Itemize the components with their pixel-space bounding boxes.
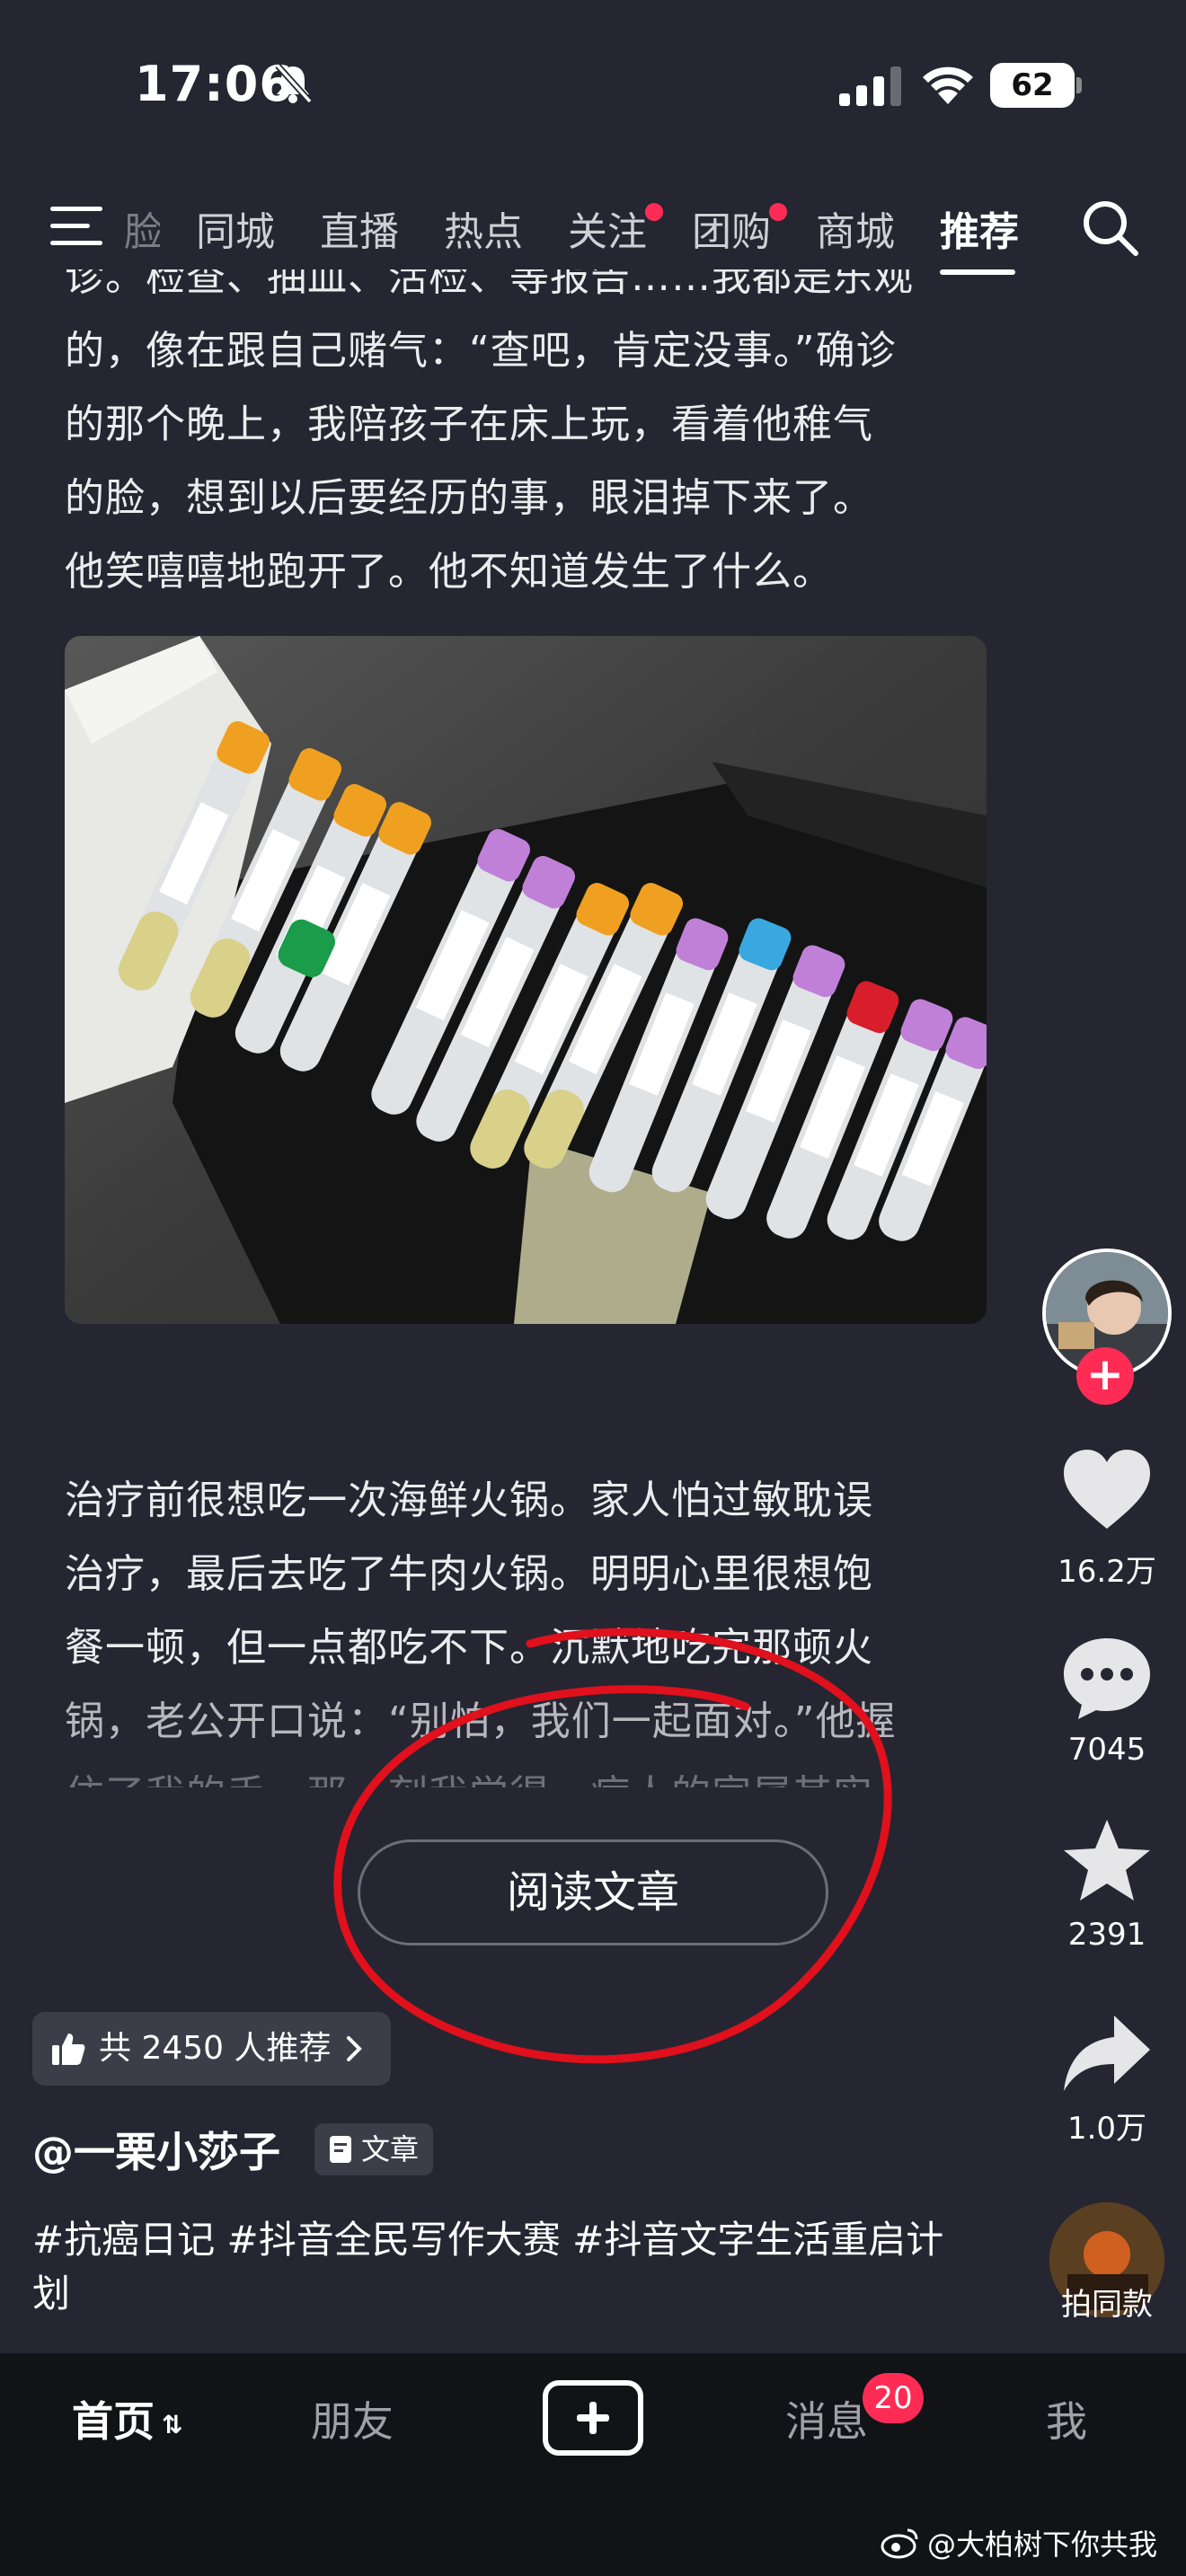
refresh-icon: ⇅ xyxy=(162,2410,183,2439)
watermark: @大柏树下你共我 xyxy=(881,2522,1157,2563)
article-line: 的脸，想到以后要经历的事，眼泪掉下来了。 xyxy=(65,475,873,521)
search-icon[interactable] xyxy=(1080,198,1139,257)
article-line: 治疗，最后去吃了牛肉火锅。明明心里很想饱 xyxy=(65,1551,873,1597)
tab-partial[interactable]: 脸 xyxy=(124,199,160,257)
same-style-label: 拍同款 xyxy=(1061,2287,1153,2323)
article-line: 诊。检查、抽血、活检、等报告……我都是乐观 xyxy=(65,269,914,300)
plus-icon xyxy=(577,2402,609,2434)
status-time: 17:06 xyxy=(135,56,294,112)
weibo-icon xyxy=(881,2528,918,2559)
share-icon[interactable] xyxy=(1060,2010,1154,2096)
bell-off-icon xyxy=(275,63,313,104)
article-line: 锅，老公开口说：“别怕，我们一起面对。”他握 xyxy=(65,1698,897,1744)
tab-hot[interactable]: 热点 xyxy=(444,199,523,257)
follow-plus-button[interactable]: + xyxy=(1076,1347,1134,1405)
tab-messages[interactable]: 消息 xyxy=(785,2389,868,2448)
photo-illustration xyxy=(65,636,987,1324)
favorite-count: 2391 xyxy=(1067,1917,1146,1953)
article-line: 他笑嘻嘻地跑开了。他不知道发生了什么。 xyxy=(65,549,833,595)
tab-friends[interactable]: 朋友 xyxy=(311,2389,394,2448)
tab-home[interactable]: 首页 ⇅ xyxy=(72,2389,182,2448)
notification-dot xyxy=(769,203,787,221)
article-line: 治疗前很想吃一次海鲜火锅。家人怕过敏耽误 xyxy=(65,1478,873,1523)
tab-group-buy-label: 团购 xyxy=(692,209,771,255)
read-article-button[interactable]: 阅读文章 xyxy=(358,1839,828,1945)
recommend-count-label: 共 2450 人推荐 xyxy=(99,2030,332,2067)
share-count: 1.0万 xyxy=(1067,2111,1147,2147)
like-count: 16.2万 xyxy=(1058,1554,1156,1590)
status-bar: 17:06 62 xyxy=(0,0,1186,171)
wifi-icon xyxy=(923,66,973,104)
tab-recommend[interactable]: 推荐 xyxy=(940,199,1019,257)
article-line: 的那个晚上，我陪孩子在床上玩，看着他稚气 xyxy=(65,401,873,447)
tab-me[interactable]: 我 xyxy=(1046,2389,1087,2448)
article-line: 住了我的手，那一刻我觉得，病人的家属其实 xyxy=(65,1759,999,1787)
signal-icon xyxy=(839,66,901,106)
tab-live[interactable]: 直播 xyxy=(320,199,399,257)
article-text-bottom: 治疗前很想吃一次海鲜火锅。家人怕过敏耽误 治疗，最后去吃了牛肉火锅。明明心里很想… xyxy=(65,1464,999,1787)
chevron-right-icon xyxy=(346,2036,362,2061)
recommend-count-pill[interactable]: 共 2450 人推荐 xyxy=(32,2012,391,2086)
article-text-top: 诊。检查、抽血、活检、等报告……我都是乐观 的，像在跟自己赌气：“查吧，肯定没事… xyxy=(65,269,999,602)
top-nav: 脸 同城 直播 热点 关注 团购 商城 推荐 xyxy=(0,180,1186,278)
battery-indicator: 62 xyxy=(990,63,1075,108)
comment-icon[interactable] xyxy=(1060,1635,1154,1721)
tab-home-label: 首页 xyxy=(72,2397,155,2446)
create-button[interactable] xyxy=(543,2380,643,2456)
author-name[interactable]: @一栗小莎子 xyxy=(32,2120,280,2179)
article-line: 餐一顿，但一点都吃不下。沉默地吃完那顿火 xyxy=(65,1625,873,1671)
article-type-label: 文章 xyxy=(361,2132,420,2166)
menu-icon[interactable] xyxy=(50,205,102,248)
watermark-text: @大柏树下你共我 xyxy=(927,2527,1158,2562)
article-line: 的，像在跟自己赌气：“查吧，肯定没事。”确诊 xyxy=(65,328,897,374)
star-icon[interactable] xyxy=(1060,1818,1154,1904)
heart-icon[interactable] xyxy=(1060,1448,1154,1534)
tab-following[interactable]: 关注 xyxy=(568,199,663,257)
comment-count: 7045 xyxy=(1067,1732,1146,1768)
hashtags[interactable]: #抗癌日记 #抖音全民写作大赛 #抖音文字生活重启计划 xyxy=(32,2213,967,2321)
article-type-badge: 文章 xyxy=(314,2123,434,2175)
tab-following-label: 关注 xyxy=(568,209,647,255)
tab-group-buy[interactable]: 团购 xyxy=(692,199,787,257)
document-icon xyxy=(330,2136,351,2163)
tab-local[interactable]: 同城 xyxy=(196,199,275,257)
notification-dot xyxy=(645,203,663,221)
tab-mall[interactable]: 商城 xyxy=(816,199,895,257)
blood-tubes-photo[interactable] xyxy=(65,636,987,1324)
battery-cap xyxy=(1076,77,1082,93)
messages-badge: 20 xyxy=(863,2373,924,2423)
thumbs-up-icon xyxy=(52,2033,85,2065)
